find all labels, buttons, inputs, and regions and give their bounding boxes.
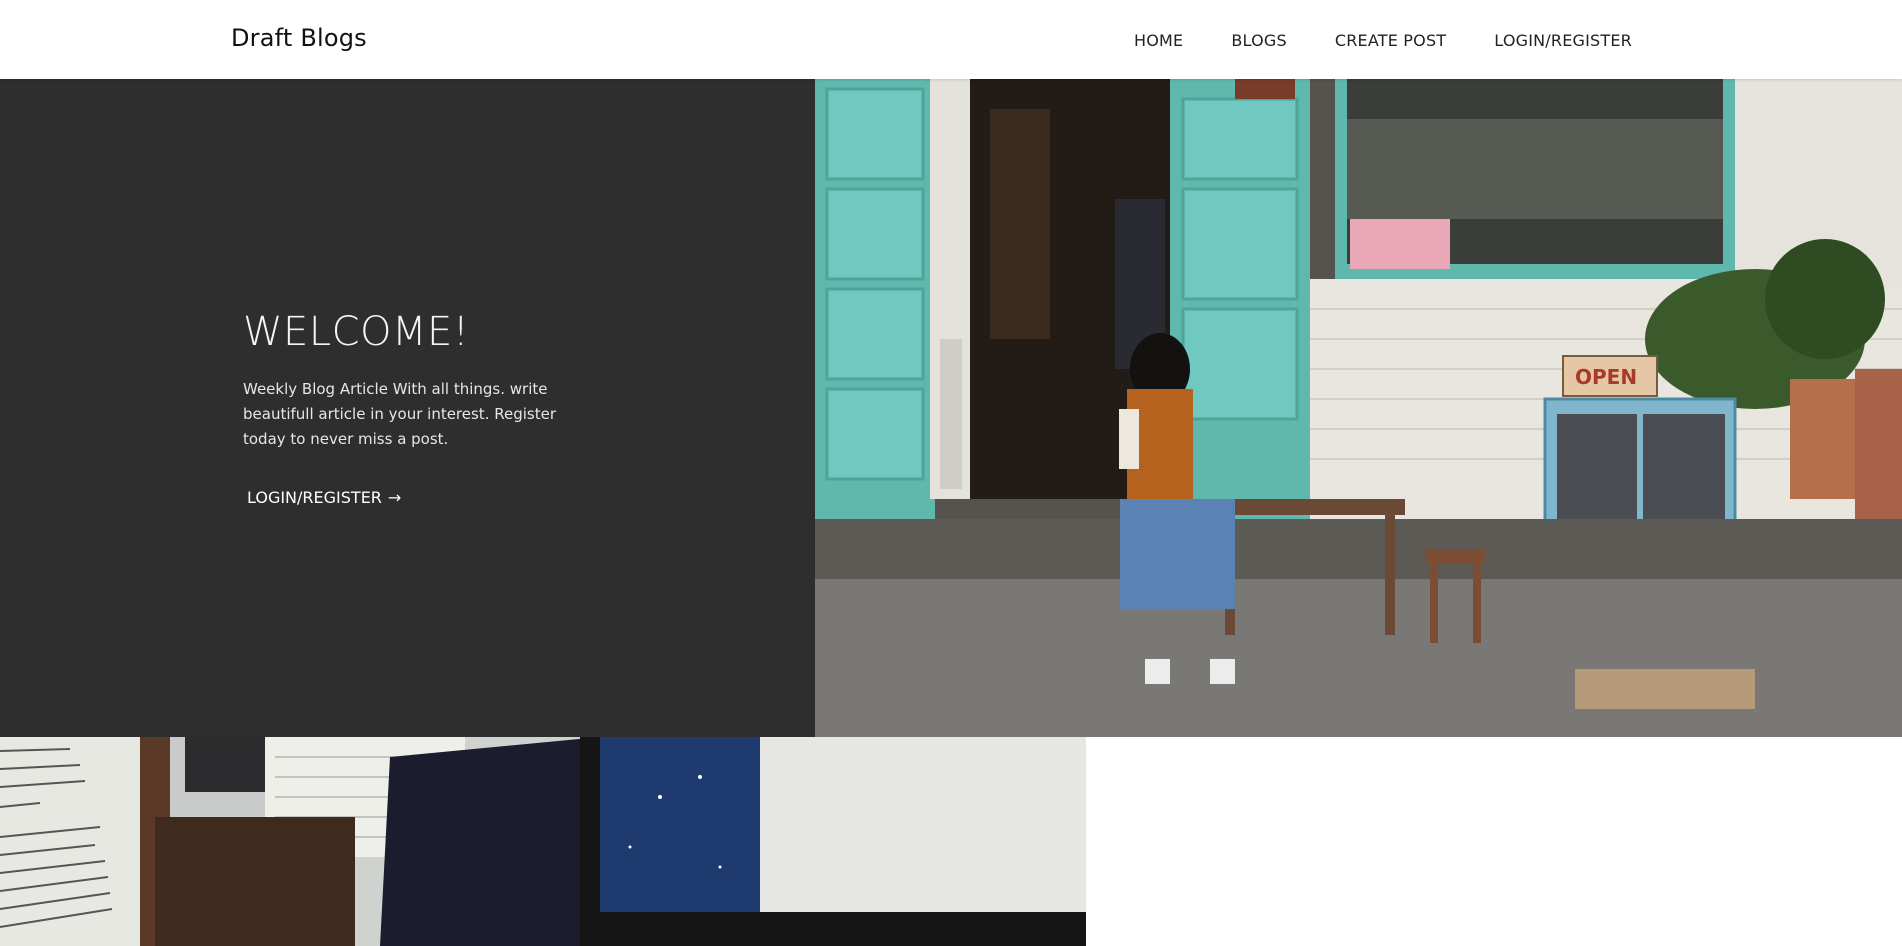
nav-blogs[interactable]: BLOGS bbox=[1231, 31, 1286, 50]
brand-logo[interactable]: Draft Blogs bbox=[231, 24, 367, 52]
nav-home[interactable]: HOME bbox=[1134, 31, 1183, 50]
arrow-right-icon: → bbox=[387, 488, 402, 507]
hero-title: WELCOME! bbox=[243, 309, 470, 355]
desk-image bbox=[0, 737, 1086, 946]
storefront-illustration: OPEN bbox=[815, 79, 1902, 737]
site-header: Draft Blogs HOME BLOGS CREATE POST LOGIN… bbox=[0, 0, 1902, 79]
hero-cta-label: LOGIN/REGISTER bbox=[247, 488, 382, 507]
hero-image: OPEN bbox=[815, 79, 1902, 737]
hero-panel: WELCOME! Weekly Blog Article With all th… bbox=[0, 79, 815, 737]
hero-description: Weekly Blog Article With all things. wri… bbox=[243, 380, 556, 448]
nav-create-post[interactable]: CREATE POST bbox=[1335, 31, 1446, 50]
nav-login-register[interactable]: LOGIN/REGISTER bbox=[1494, 31, 1632, 50]
desk-illustration bbox=[0, 737, 1086, 946]
hero-login-register-link[interactable]: LOGIN/REGISTER → bbox=[247, 488, 401, 507]
main-nav: HOME BLOGS CREATE POST LOGIN/REGISTER bbox=[1134, 31, 1632, 50]
open-sign-text: OPEN bbox=[1575, 365, 1637, 389]
